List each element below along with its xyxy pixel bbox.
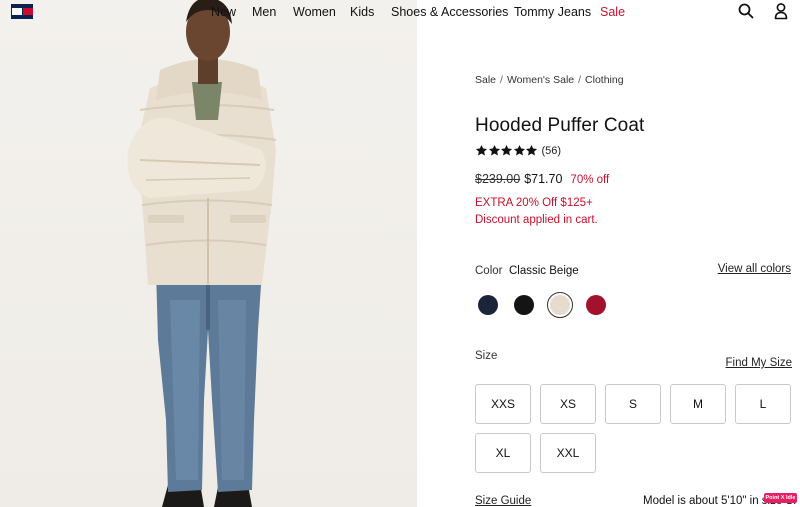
promo-message: EXTRA 20% Off $125+ Discount applied in … xyxy=(475,195,598,229)
size-option-xxl[interactable]: XXL xyxy=(540,433,596,473)
product-details-panel: Sale / Women's Sale / Clothing Hooded Puffer… xyxy=(475,0,796,507)
product-rating[interactable]: (56) xyxy=(475,144,561,157)
breadcrumb-separator: / xyxy=(500,74,503,86)
nav-item-shoes-accessories[interactable]: Shoes & Accessories xyxy=(391,4,508,20)
rating-stars xyxy=(475,144,538,157)
price-block: $239.00 $71.70 70% off xyxy=(475,172,609,186)
nav-item-sale[interactable]: Sale xyxy=(600,4,625,20)
size-option-xxs[interactable]: XXS xyxy=(475,384,531,424)
breadcrumb: Sale / Women's Sale / Clothing xyxy=(475,74,624,86)
color-swatches xyxy=(475,292,615,318)
search-icon[interactable] xyxy=(737,2,755,20)
find-my-size-link[interactable]: Find My Size xyxy=(726,357,792,369)
sale-price: $71.70 xyxy=(524,172,563,186)
account-icon[interactable] xyxy=(772,2,790,20)
review-count[interactable]: (56) xyxy=(542,145,562,157)
product-title: Hooded Puffer Coat xyxy=(475,115,645,136)
selected-color-name: Classic Beige xyxy=(509,265,579,277)
breadcrumb-separator: / xyxy=(578,74,582,86)
size-option-m[interactable]: M xyxy=(670,384,726,424)
star-icon xyxy=(475,144,488,157)
nav-item-new[interactable]: New xyxy=(211,4,236,20)
size-option-xs[interactable]: XS xyxy=(540,384,596,424)
star-icon xyxy=(525,144,538,157)
color-swatch-classic-beige[interactable] xyxy=(547,292,573,318)
view-all-colors-link[interactable]: View all colors xyxy=(718,263,791,275)
size-guide-link[interactable]: Size Guide xyxy=(475,495,531,507)
star-icon xyxy=(488,144,501,157)
main-nav: New Men Women Kids Shoes & Accessories T… xyxy=(0,4,800,20)
star-icon xyxy=(513,144,526,157)
original-price: $239.00 xyxy=(475,172,521,186)
nav-item-women[interactable]: Women xyxy=(293,4,336,20)
model-figure-illustration xyxy=(127,0,277,507)
site-header: New Men Women Kids Shoes & Accessories T… xyxy=(0,0,800,24)
breadcrumb-item-sale[interactable]: Sale xyxy=(475,74,496,86)
color-label: Color xyxy=(475,265,503,277)
size-option-xl[interactable]: XL xyxy=(475,433,531,473)
color-swatch-navy[interactable] xyxy=(475,292,501,318)
star-icon xyxy=(500,144,513,157)
size-label: Size xyxy=(475,350,498,362)
promo-line-discount-applied: Discount applied in cart. xyxy=(475,214,598,226)
breadcrumb-item-womens-sale[interactable]: Women's Sale xyxy=(507,74,574,86)
breadcrumb-item-clothing[interactable]: Clothing xyxy=(585,74,624,86)
color-swatch-red[interactable] xyxy=(583,292,609,318)
color-swatch-black[interactable] xyxy=(511,292,537,318)
discount-percent: 70% off xyxy=(570,174,610,186)
color-row: Color Classic Beige View all colors xyxy=(475,263,793,280)
feedback-badge[interactable]: Point X Idle xyxy=(764,493,797,503)
size-option-l[interactable]: L xyxy=(735,384,791,424)
promo-line-extra-off: EXTRA 20% Off $125+ xyxy=(475,197,593,209)
nav-item-tommy-jeans[interactable]: Tommy Jeans xyxy=(514,4,591,20)
product-image[interactable] xyxy=(0,0,417,507)
size-option-s[interactable]: S xyxy=(605,384,661,424)
nav-item-kids[interactable]: Kids xyxy=(350,4,374,20)
nav-item-men[interactable]: Men xyxy=(252,4,276,20)
